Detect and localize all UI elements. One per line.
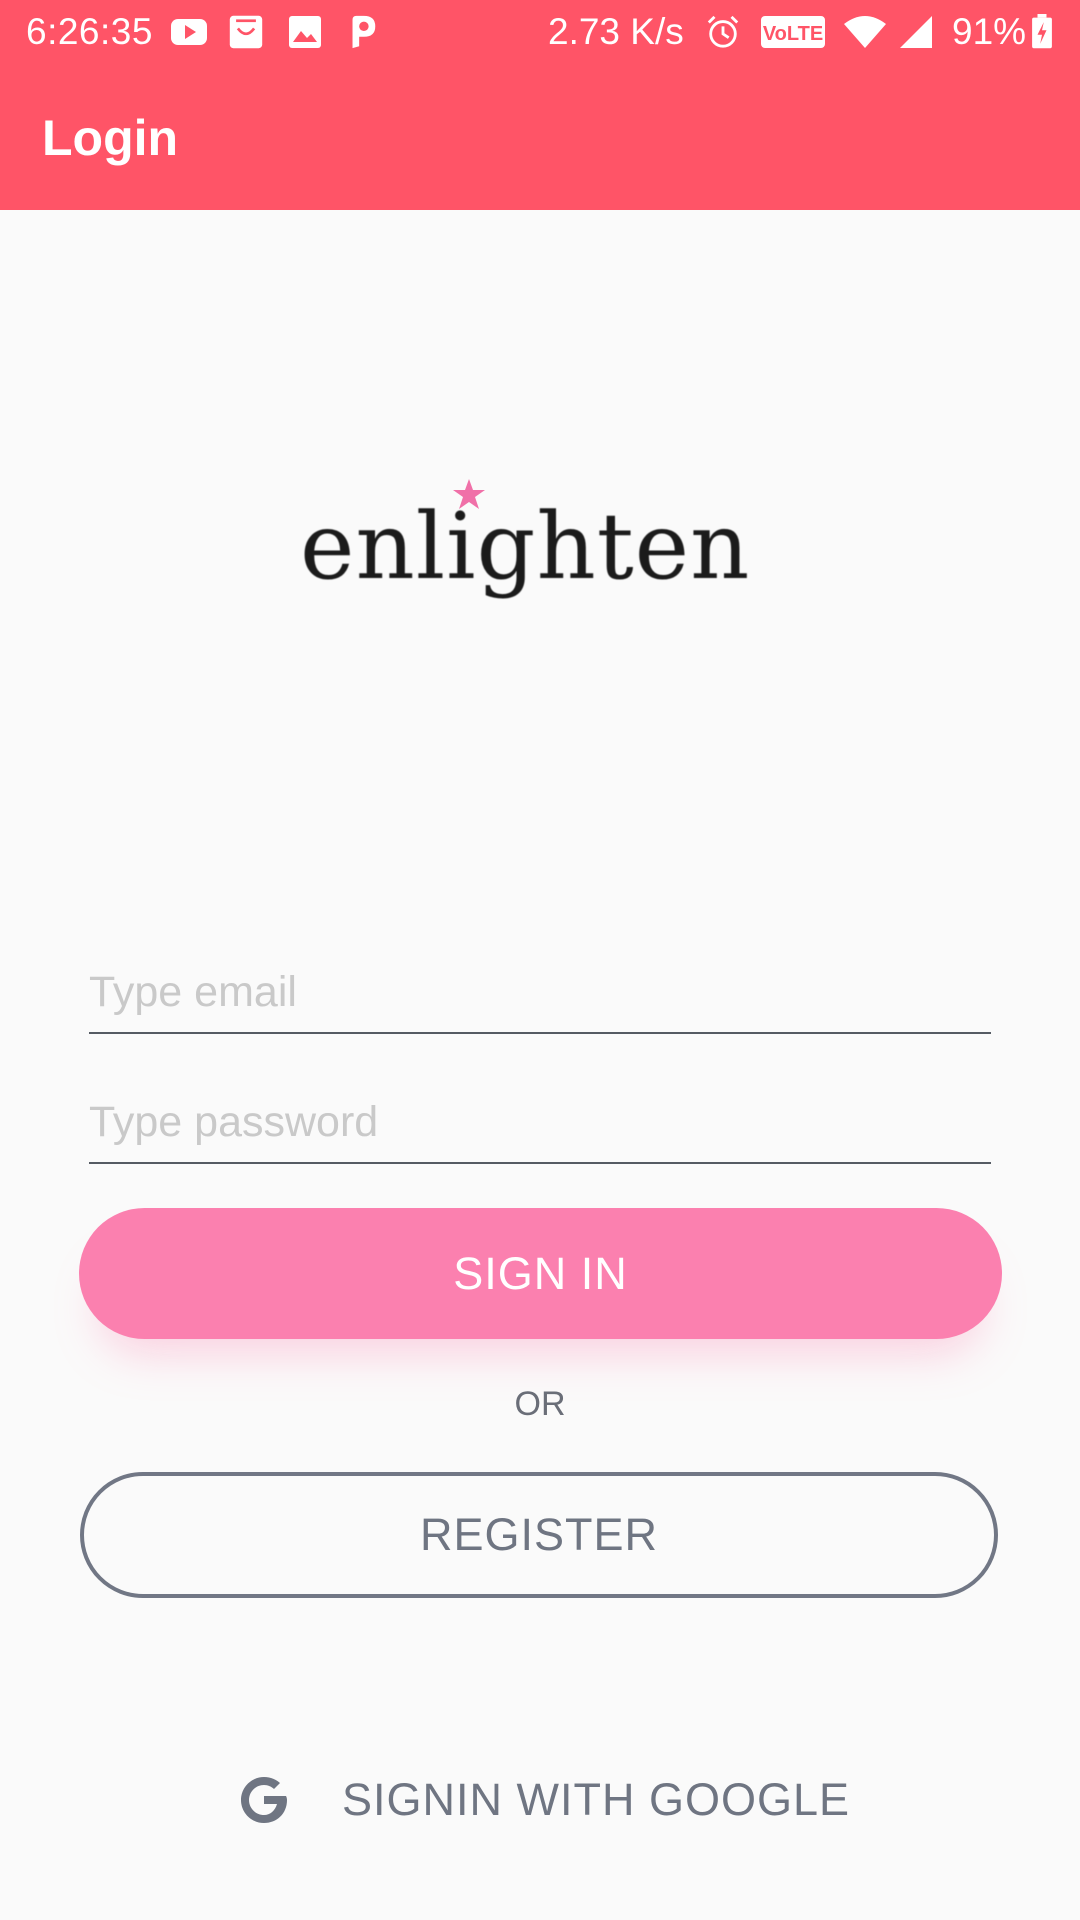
register-button[interactable]: REGISTER xyxy=(80,1472,998,1598)
sign-in-button[interactable]: SIGN IN xyxy=(79,1208,1002,1339)
password-field[interactable] xyxy=(89,1082,991,1164)
google-signin-button[interactable]: SIGNIN WITH GOOGLE xyxy=(234,1764,850,1836)
gallery-icon xyxy=(289,16,321,48)
status-time: 6:26:35 xyxy=(26,11,153,52)
email-input[interactable] xyxy=(89,952,991,1032)
google-signin-label: SIGNIN WITH GOOGLE xyxy=(342,1774,851,1825)
sign-in-label: SIGN IN xyxy=(453,1247,628,1299)
battery-percent: 91% xyxy=(952,11,1027,52)
network-speed: 2.73 K/s xyxy=(548,11,684,52)
battery-charging-icon xyxy=(1032,14,1052,49)
logo-wordmark: enlighten xyxy=(300,493,751,600)
svg-text:VoLTE: VoLTE xyxy=(763,23,823,45)
status-bar: 6:26:35 2.73 K/s VoLTE 91% xyxy=(0,0,1080,66)
youtube-icon xyxy=(171,19,207,45)
alarm-icon xyxy=(707,15,739,48)
enlighten-logo: enlighten xyxy=(290,472,790,622)
register-label: REGISTER xyxy=(419,1509,659,1560)
signal-icon xyxy=(900,16,932,48)
volte-icon: VoLTE xyxy=(761,16,825,48)
or-divider: OR xyxy=(514,1385,566,1423)
bag-icon xyxy=(229,15,263,49)
paytm-icon xyxy=(352,15,376,49)
wifi-icon xyxy=(844,16,886,48)
google-icon xyxy=(241,1777,287,1823)
page-title: Login xyxy=(42,110,179,166)
app-header: 6:26:35 2.73 K/s VoLTE 91% Login xyxy=(0,0,1080,210)
email-field[interactable] xyxy=(89,952,991,1034)
password-input[interactable] xyxy=(89,1082,991,1162)
star-icon xyxy=(453,479,485,509)
